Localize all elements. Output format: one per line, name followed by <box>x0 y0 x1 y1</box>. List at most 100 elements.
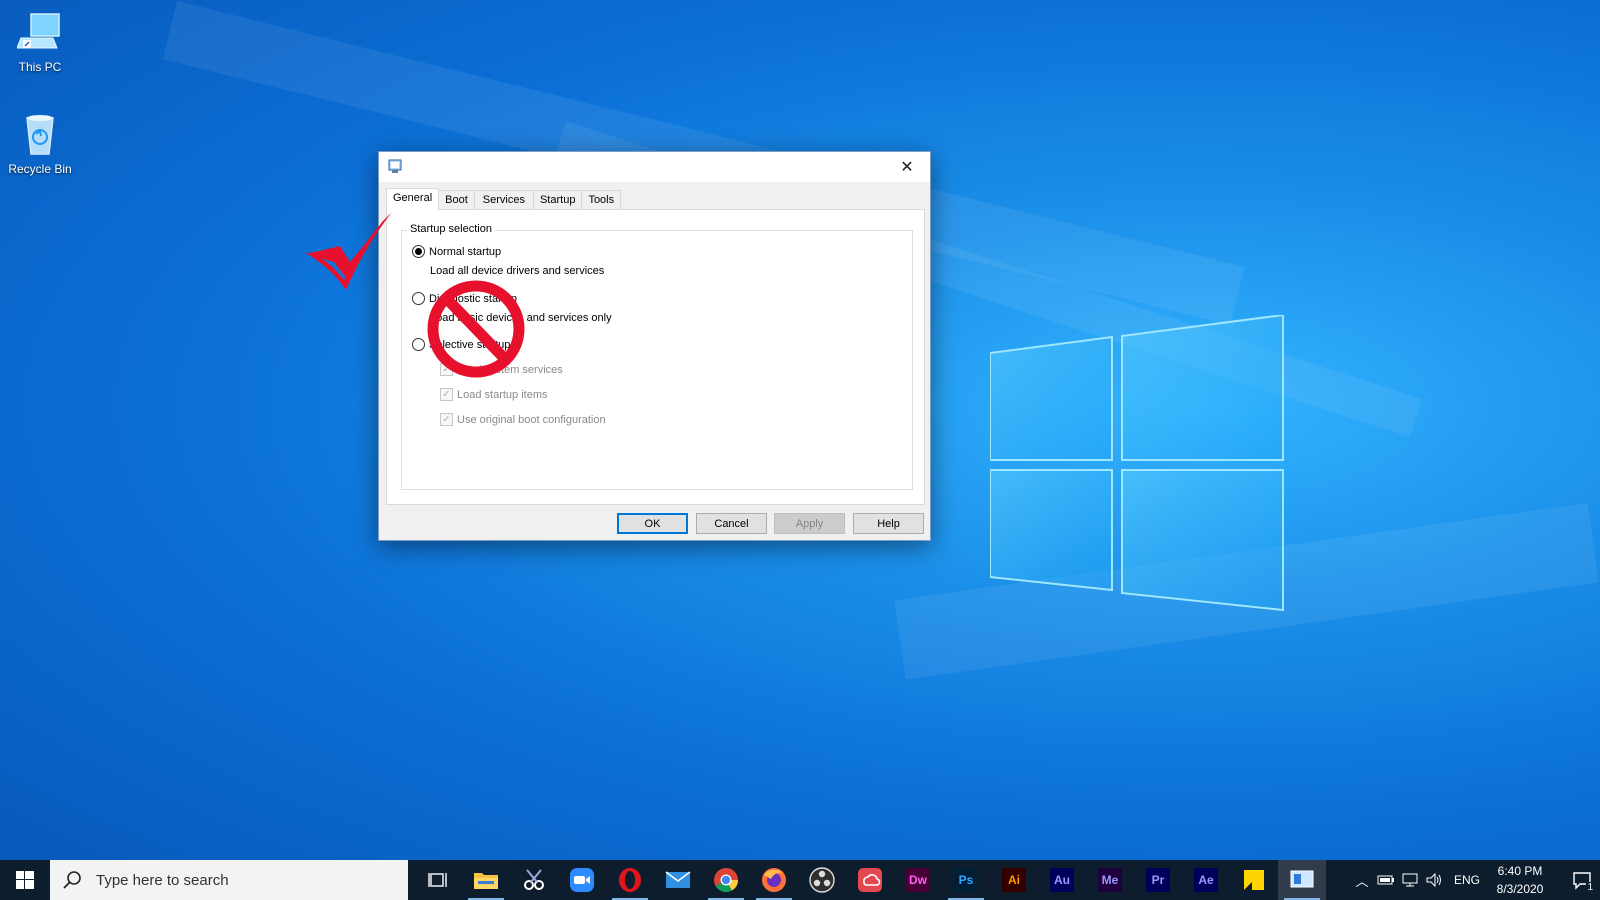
after-effects-button[interactable]: Ae <box>1182 860 1230 900</box>
tab-startup[interactable]: Startup <box>532 190 583 210</box>
msconfig-icon <box>1290 870 1314 888</box>
search-icon <box>63 871 81 889</box>
windows-start-icon <box>16 871 34 889</box>
chevron-up-icon: ︿ <box>1355 873 1369 889</box>
taskbar-search-box[interactable]: Type here to search <box>50 860 408 900</box>
checkbox-indicator: ✓ <box>440 388 453 401</box>
task-view-icon <box>428 873 447 887</box>
photoshop-button[interactable]: Ps <box>942 860 990 900</box>
system-configuration-dialog: ✕ General Boot Services Startup Tools St… <box>378 151 931 541</box>
tab-boot[interactable]: Boot <box>438 190 475 210</box>
diagnostic-startup-radio[interactable]: Diagnostic startup <box>412 292 517 305</box>
help-button[interactable]: Help <box>853 513 924 534</box>
pinned-apps: Dw Ps Ai Au Me Pr Ae <box>414 860 1326 900</box>
sticky-notes-icon <box>1244 870 1264 890</box>
selective-startup-radio[interactable]: Selective startup <box>412 338 510 351</box>
checkbox-indicator: ✓ <box>440 363 453 376</box>
show-hidden-icons-button[interactable]: ︿ <box>1350 860 1374 900</box>
photoshop-icon: Ps <box>954 868 978 892</box>
general-tab-panel: Startup selection Normal startup Load al… <box>386 209 925 505</box>
zoom-icon <box>570 868 594 892</box>
close-icon: ✕ <box>900 159 914 176</box>
dreamweaver-icon: Dw <box>906 868 930 892</box>
checkbox-indicator: ✓ <box>440 413 453 426</box>
checkbox-label: Load system services <box>457 363 563 376</box>
clock[interactable]: 6:40 PM 8/3/2020 <box>1490 862 1550 898</box>
chrome-button[interactable] <box>702 860 750 900</box>
ok-button[interactable]: OK <box>617 513 688 534</box>
firefox-icon <box>762 868 786 892</box>
action-center-button[interactable]: 1 <box>1564 860 1600 900</box>
normal-startup-description: Load all device drivers and services <box>430 265 605 277</box>
opera-icon <box>619 868 641 892</box>
cancel-button[interactable]: Cancel <box>696 513 767 534</box>
load-system-services-checkbox: ✓ Load system services <box>440 363 563 376</box>
windows-wallpaper-logo <box>990 315 1284 612</box>
radio-indicator[interactable] <box>412 338 425 351</box>
close-button[interactable]: ✕ <box>884 152 930 182</box>
premiere-icon: Pr <box>1146 868 1170 892</box>
battery-tray-button[interactable] <box>1374 860 1398 900</box>
clock-date: 8/3/2020 <box>1496 882 1544 896</box>
task-view-button[interactable] <box>414 860 462 900</box>
apply-button: Apply <box>774 513 845 534</box>
opera-button[interactable] <box>606 860 654 900</box>
network-icon <box>1402 873 1418 887</box>
sticky-notes-button[interactable] <box>1230 860 1278 900</box>
desktop-icon-label: This PC <box>18 60 62 74</box>
taskbar: Type here to search Dw Ps Ai Au Me Pr Ae… <box>0 860 1600 900</box>
system-tray: ︿ ENG 6:40 PM 8/3/2020 1 <box>1350 860 1600 900</box>
tab-tools[interactable]: Tools <box>581 190 622 210</box>
firefox-button[interactable] <box>750 860 798 900</box>
network-tray-button[interactable] <box>1398 860 1422 900</box>
computer-icon <box>17 13 60 49</box>
mail-button[interactable] <box>654 860 702 900</box>
radio-label: Normal startup <box>429 245 502 258</box>
recycle-bin-icon <box>26 115 54 155</box>
group-title: Startup selection <box>407 223 495 235</box>
tab-general[interactable]: General <box>386 188 440 210</box>
title-bar[interactable]: ✕ <box>379 152 930 182</box>
volume-tray-button[interactable] <box>1422 860 1446 900</box>
use-original-boot-config-checkbox: ✓ Use original boot configuration <box>440 413 606 426</box>
creative-cloud-icon <box>858 868 882 892</box>
start-button[interactable] <box>0 860 50 900</box>
chrome-icon <box>714 868 738 893</box>
illustrator-button[interactable]: Ai <box>990 860 1038 900</box>
file-explorer-button[interactable] <box>462 860 510 900</box>
diagnostic-startup-description: Load basic devices and services only <box>430 312 612 324</box>
audition-button[interactable]: Au <box>1038 860 1086 900</box>
folder-icon <box>474 873 498 889</box>
desktop-icon-this-pc[interactable]: This PC <box>0 10 80 74</box>
tab-services[interactable]: Services <box>473 190 534 210</box>
illustrator-icon: Ai <box>1002 868 1026 892</box>
radio-label: Selective startup <box>429 338 511 351</box>
search-placeholder: Type here to search <box>96 871 229 889</box>
load-startup-items-checkbox: ✓ Load startup items <box>440 388 548 401</box>
msconfig-app-icon <box>388 159 402 173</box>
notification-count: 1 <box>1586 882 1594 893</box>
dreamweaver-button[interactable]: Dw <box>894 860 942 900</box>
language-indicator[interactable]: ENG <box>1454 873 1480 887</box>
normal-startup-radio[interactable]: Normal startup <box>412 245 501 258</box>
zoom-button[interactable] <box>558 860 606 900</box>
tab-strip: General Boot Services Startup Tools <box>386 188 622 210</box>
radio-indicator[interactable] <box>412 292 425 305</box>
startup-selection-group: Startup selection Normal startup Load al… <box>401 223 913 490</box>
system-configuration-taskbar-button[interactable] <box>1278 860 1326 900</box>
mail-icon <box>665 871 691 888</box>
clock-time: 6:40 PM <box>1497 864 1543 878</box>
checkbox-label: Load startup items <box>457 388 548 401</box>
creative-cloud-button[interactable] <box>846 860 894 900</box>
desktop-icon-recycle-bin[interactable]: Recycle Bin <box>0 110 80 176</box>
media-encoder-button[interactable]: Me <box>1086 860 1134 900</box>
obs-button[interactable] <box>798 860 846 900</box>
radio-indicator[interactable] <box>412 245 425 258</box>
media-encoder-icon: Me <box>1098 868 1122 892</box>
obs-icon <box>809 867 835 893</box>
snipping-tool-button[interactable] <box>510 860 558 900</box>
battery-icon <box>1377 875 1394 885</box>
premiere-button[interactable]: Pr <box>1134 860 1182 900</box>
radio-label: Diagnostic startup <box>429 292 518 305</box>
audition-icon: Au <box>1050 868 1074 892</box>
